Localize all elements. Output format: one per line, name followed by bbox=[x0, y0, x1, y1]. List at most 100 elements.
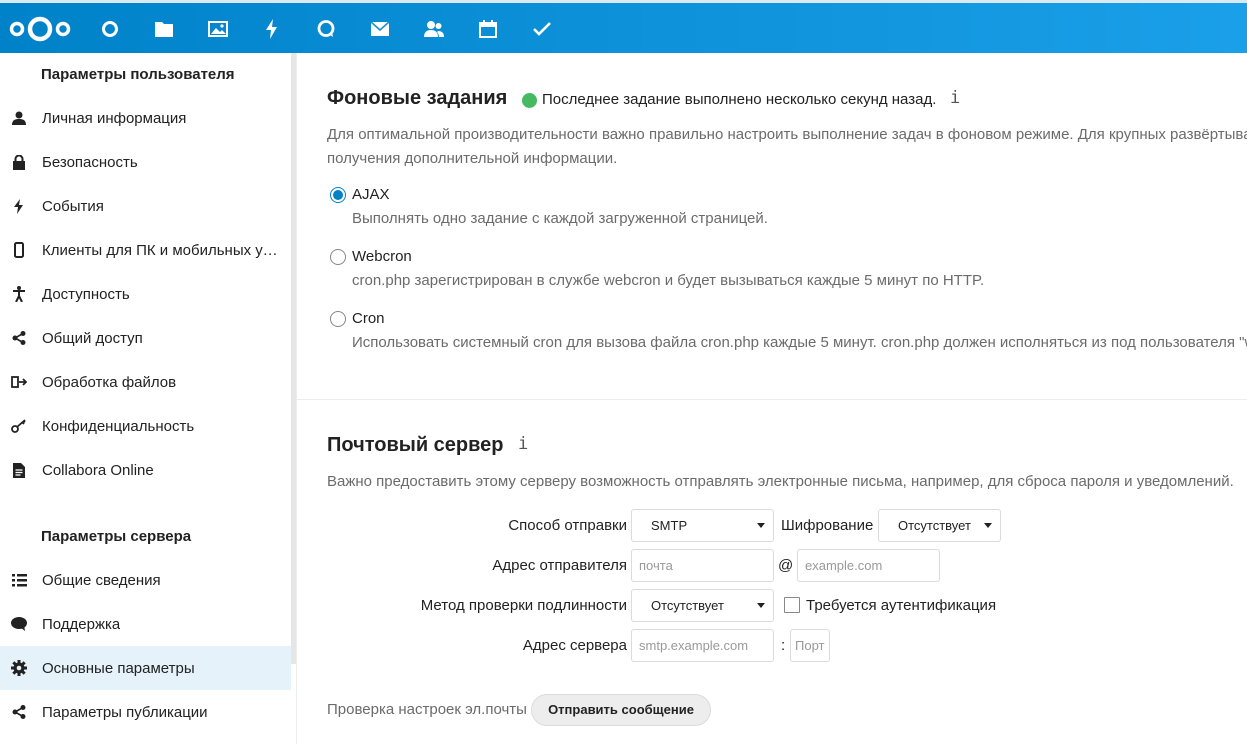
list-icon bbox=[10, 571, 28, 589]
phone-icon bbox=[10, 241, 28, 259]
auth-method-value: Отсутствует bbox=[651, 598, 724, 613]
sidebar-item-label: События bbox=[42, 197, 104, 215]
sidebar-item-clients[interactable]: Клиенты для ПК и мобильных устройств bbox=[0, 228, 291, 272]
sidebar-item-label: Личная информация bbox=[42, 109, 187, 127]
nextcloud-logo-icon[interactable] bbox=[8, 13, 72, 45]
webcron-radio[interactable] bbox=[330, 249, 346, 265]
sidebar-item-label: Основные параметры bbox=[42, 659, 195, 677]
at-sign: @ bbox=[778, 557, 794, 574]
sidebar-item-activity[interactable]: События bbox=[0, 184, 291, 228]
cron-description: Использовать системный cron для вызова ф… bbox=[352, 334, 1247, 351]
webcron-label[interactable]: Webcron bbox=[352, 248, 412, 265]
auth-required-checkbox[interactable] bbox=[784, 597, 800, 613]
from-address-label: Адрес отправителя bbox=[492, 557, 627, 574]
settings-content: Фоновые задания Последнее задание выполн… bbox=[297, 53, 1247, 744]
mail-domain-input[interactable]: example.com bbox=[797, 549, 940, 582]
accessibility-icon bbox=[10, 285, 28, 303]
share-icon bbox=[10, 329, 28, 347]
user-settings-heading: Параметры пользователя bbox=[41, 66, 235, 83]
sidebar-item-label: Доступность bbox=[42, 285, 130, 303]
settings-sidebar: Параметры пользователя Личная информация… bbox=[0, 53, 291, 744]
encryption-label: Шифрование bbox=[781, 517, 874, 534]
talk-icon[interactable] bbox=[313, 16, 339, 42]
colon-separator: : bbox=[781, 637, 786, 654]
status-ok-icon bbox=[522, 93, 537, 108]
sidebar-item-personal-info[interactable]: Личная информация bbox=[0, 96, 291, 140]
file-flow-icon bbox=[10, 373, 28, 391]
sidebar-item-label: Общие сведения bbox=[42, 571, 161, 589]
sidebar-item-privacy[interactable]: Конфиденциальность bbox=[0, 404, 291, 448]
test-settings-label: Проверка настроек эл.почты bbox=[327, 701, 527, 718]
sidebar-item-label: Обработка файлов bbox=[42, 373, 177, 391]
encryption-value: Отсутствует bbox=[898, 518, 971, 533]
sidebar-item-label: Параметры публикации bbox=[42, 703, 208, 721]
key-icon bbox=[10, 417, 28, 435]
send-mode-label: Способ отправки bbox=[508, 517, 627, 534]
mail-icon[interactable] bbox=[367, 16, 393, 42]
mail-server-title: Почтовый сервер bbox=[327, 434, 504, 456]
files-icon[interactable] bbox=[151, 16, 177, 42]
webcron-description: cron.php зарегистрирован в службе webcro… bbox=[352, 272, 985, 289]
background-jobs-description: Для оптимальной производительности важно… bbox=[327, 126, 1247, 143]
auth-method-select[interactable]: Отсутствует bbox=[631, 589, 774, 622]
calendar-icon[interactable] bbox=[475, 16, 501, 42]
background-jobs-title: Фоновые задания bbox=[327, 87, 508, 109]
sidebar-item-security[interactable]: Безопасность bbox=[0, 140, 291, 184]
background-jobs-description-2: получения дополнительной информации. bbox=[327, 150, 618, 167]
info-icon[interactable]: i bbox=[950, 88, 960, 108]
mail-domain-placeholder: example.com bbox=[805, 558, 883, 573]
from-address-placeholder: почта bbox=[639, 558, 673, 573]
mail-server-description: Важно предоставить этому серверу возможн… bbox=[327, 473, 1234, 490]
sidebar-item-sharing[interactable]: Общий доступ bbox=[0, 316, 291, 360]
ajax-label[interactable]: AJAX bbox=[352, 186, 390, 203]
chevron-down-icon bbox=[757, 523, 765, 528]
lock-icon bbox=[10, 153, 28, 171]
share-icon bbox=[10, 703, 28, 721]
chevron-down-icon bbox=[757, 603, 765, 608]
sidebar-item-accessibility[interactable]: Доступность bbox=[0, 272, 291, 316]
sidebar-item-sharing-settings[interactable]: Параметры публикации bbox=[0, 690, 291, 734]
sidebar-item-file-processing[interactable]: Обработка файлов bbox=[0, 360, 291, 404]
cron-radio[interactable] bbox=[330, 311, 346, 327]
server-settings-heading: Параметры сервера bbox=[41, 528, 192, 545]
info-icon[interactable]: i bbox=[518, 434, 528, 454]
sidebar-item-overview[interactable]: Общие сведения bbox=[0, 558, 291, 602]
cron-label[interactable]: Cron bbox=[352, 310, 385, 327]
from-address-input[interactable]: почта bbox=[631, 549, 774, 582]
sidebar-item-label: Collabora Online bbox=[42, 461, 154, 479]
section-divider bbox=[297, 399, 1247, 400]
sidebar-item-label: Конфиденциальность bbox=[42, 417, 195, 435]
port-input[interactable]: Порт bbox=[790, 629, 830, 662]
ajax-description: Выполнять одно задание с каждой загружен… bbox=[352, 210, 768, 227]
send-mode-value: SMTP bbox=[651, 518, 688, 533]
encryption-select[interactable]: Отсутствует bbox=[878, 509, 1001, 542]
auth-required-label[interactable]: Требуется аутентификация bbox=[806, 597, 996, 614]
sidebar-item-label: Безопасность bbox=[42, 153, 138, 171]
auth-method-label: Метод проверки подлинности bbox=[420, 597, 627, 614]
sidebar-item-collabora[interactable]: Collabora Online bbox=[0, 448, 291, 492]
top-bar bbox=[0, 0, 1247, 53]
sidebar-item-label: Общий доступ bbox=[42, 329, 143, 347]
send-mode-select[interactable]: SMTP bbox=[631, 509, 774, 542]
gear-icon bbox=[10, 659, 28, 677]
ajax-radio[interactable] bbox=[330, 187, 346, 203]
tasks-icon[interactable] bbox=[529, 16, 555, 42]
send-test-email-button[interactable]: Отправить сообщение bbox=[531, 694, 711, 726]
chat-bubble-icon bbox=[10, 615, 28, 633]
sidebar-item-basic-settings[interactable]: Основные параметры bbox=[0, 646, 291, 690]
background-jobs-status: Последнее задание выполнено несколько се… bbox=[542, 91, 937, 108]
sidebar-item-label: Клиенты для ПК и мобильных устройств bbox=[42, 241, 280, 259]
server-address-label: Адрес сервера bbox=[522, 637, 627, 654]
photos-icon[interactable] bbox=[205, 16, 231, 42]
contacts-icon[interactable] bbox=[421, 16, 447, 42]
chevron-down-icon bbox=[984, 523, 992, 528]
server-address-input[interactable]: smtp.example.com bbox=[631, 629, 774, 662]
activity-icon[interactable] bbox=[259, 16, 285, 42]
lightning-icon bbox=[10, 197, 28, 215]
sidebar-item-label: Поддержка bbox=[42, 615, 121, 633]
server-address-placeholder: smtp.example.com bbox=[639, 638, 749, 653]
document-icon bbox=[10, 461, 28, 479]
person-icon bbox=[10, 109, 28, 127]
dashboard-icon[interactable] bbox=[97, 16, 123, 42]
sidebar-item-support[interactable]: Поддержка bbox=[0, 602, 291, 646]
